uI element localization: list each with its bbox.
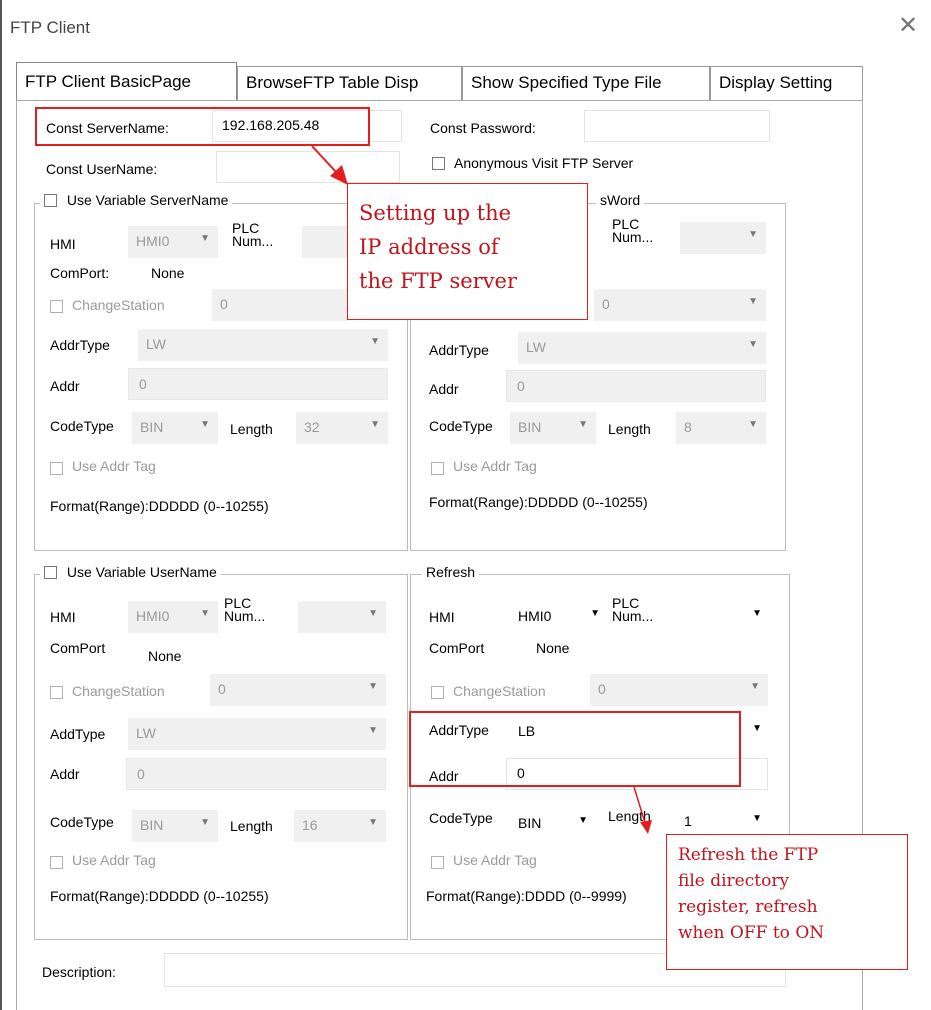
server-ip-callout-text: Setting up the IP address of the FTP ser… (359, 201, 518, 293)
refresh-register-callout-text: Refresh the FTP file directory register,… (678, 845, 825, 943)
server-ip-callout: Setting up the IP address of the FTP ser… (347, 183, 588, 320)
refresh-callout-arrow-line (633, 786, 647, 827)
refresh-addr-highlight (409, 711, 741, 787)
ftp-client-dialog: FTP Client ✕ FTP Client BasicPage Browse… (0, 0, 931, 1010)
refresh-callout-arrowhead (640, 820, 652, 834)
server-callout-arrow-line (311, 145, 337, 173)
refresh-register-callout: Refresh the FTP file directory register,… (666, 834, 908, 970)
